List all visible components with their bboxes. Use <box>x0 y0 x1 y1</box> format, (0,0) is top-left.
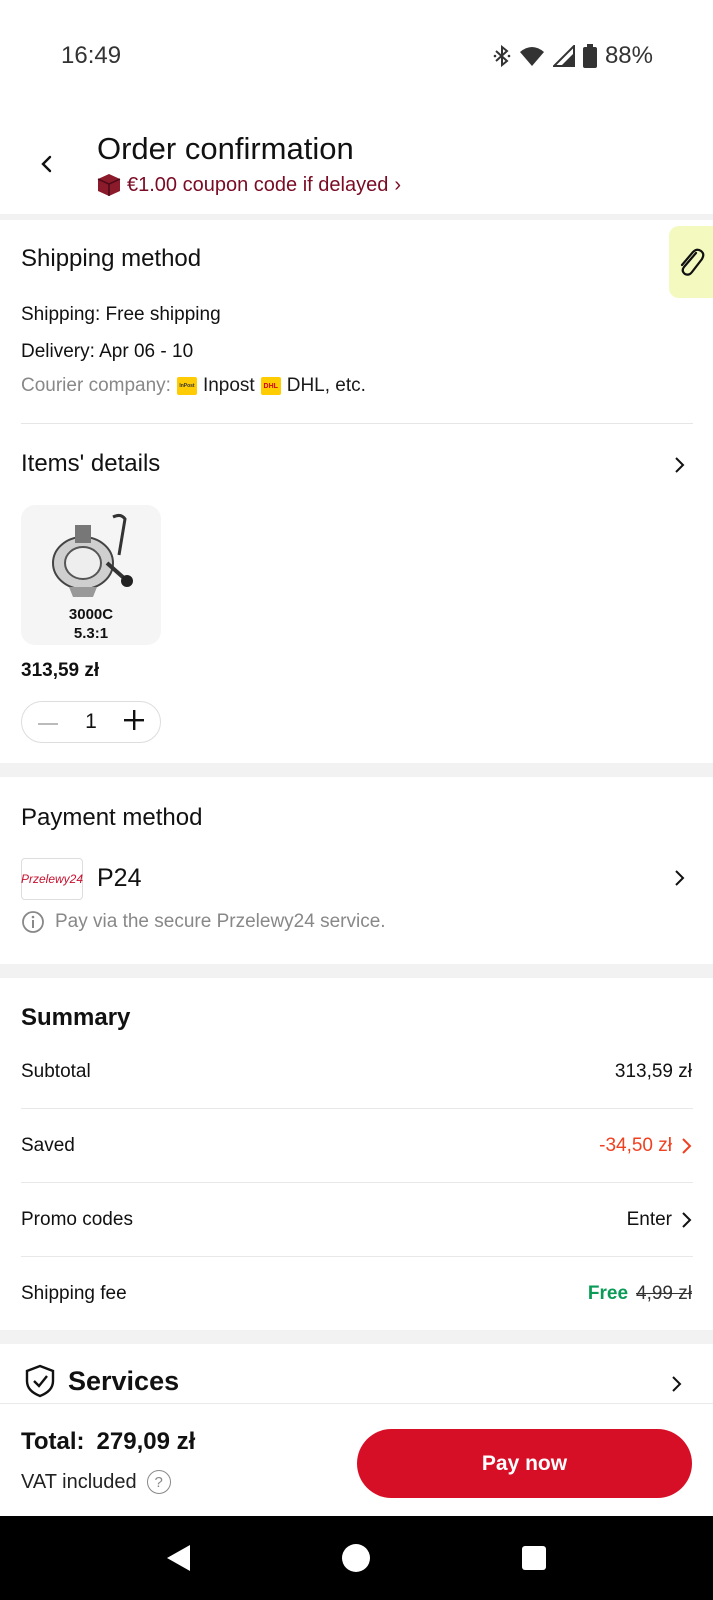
pay-now-button[interactable]: Pay now <box>357 1429 692 1498</box>
checkout-bar: Total: 279,09 zł VAT included ? Pay now <box>0 1403 713 1516</box>
vat-label: VAT included <box>21 1470 137 1493</box>
total-line: Total: 279,09 zł <box>21 1428 195 1456</box>
shipping-fee-label: Shipping fee <box>21 1283 127 1304</box>
items-section-title: Items' details <box>21 450 161 477</box>
status-icons: 88% <box>493 42 653 70</box>
package-icon <box>97 174 121 196</box>
product-price: 313,59 zł <box>21 660 100 681</box>
chevron-right-icon: › <box>394 173 401 196</box>
quantity-stepper: 1 <box>21 701 161 743</box>
payment-method-chevron[interactable] <box>669 868 689 888</box>
subtotal-row: Subtotal 313,59 zł <box>21 1035 692 1109</box>
payment-method-name[interactable]: P24 <box>97 864 141 893</box>
payment-section-title: Payment method <box>21 804 203 831</box>
square-recents-icon <box>522 1546 546 1570</box>
saved-row[interactable]: Saved -34,50 zł <box>21 1109 692 1183</box>
courier-dhl: DHL, etc. <box>286 375 366 396</box>
nav-home-button[interactable] <box>340 1542 372 1574</box>
product-model-label: 3000C <box>68 606 114 623</box>
shipping-fee-original: 4,99 zł <box>636 1283 692 1304</box>
total-label: Total: <box>21 1428 85 1455</box>
total-value: 279,09 zł <box>96 1428 196 1455</box>
fishing-reel-image <box>52 513 133 597</box>
subtotal-value: 313,59 zł <box>614 1061 692 1082</box>
courier-label: Courier company: <box>21 375 171 396</box>
items-details-chevron[interactable] <box>669 455 689 475</box>
delay-coupon-link[interactable]: €1.00 coupon code if delayed › <box>97 173 401 197</box>
help-icon[interactable]: ? <box>146 1470 171 1494</box>
attachment-button[interactable] <box>669 226 713 298</box>
quantity-value: 1 <box>85 710 97 733</box>
status-time: 16:49 <box>61 42 122 69</box>
chevron-right-icon <box>682 1138 692 1154</box>
coupon-text: €1.00 coupon code if delayed <box>127 173 389 196</box>
przelewy24-logo: Przelewy24 <box>21 858 83 900</box>
payment-note: Pay via the secure Przelewy24 service. <box>21 910 386 934</box>
courier-row: Courier company: InPost Inpost DHL DHL, … <box>21 375 366 397</box>
decrease-quantity-button[interactable] <box>38 713 58 731</box>
status-bar: 16:49 88% <box>0 0 713 115</box>
section-divider <box>0 964 713 978</box>
dhl-logo: DHL <box>260 377 281 395</box>
services-chevron[interactable] <box>666 1374 686 1394</box>
chevron-right-icon <box>675 457 685 473</box>
promo-codes-enter: Enter <box>626 1209 672 1230</box>
nav-recents-button[interactable] <box>518 1542 550 1574</box>
courier-inpost: Inpost <box>202 375 255 396</box>
summary-section-title: Summary <box>21 1004 131 1031</box>
product-ratio-label: 5.3:1 <box>73 625 109 642</box>
system-nav-bar <box>0 1516 713 1600</box>
delivery-dates: Delivery: Apr 06 - 10 <box>21 341 194 362</box>
shipping-fee-free: Free <box>587 1283 629 1304</box>
back-button[interactable] <box>30 147 64 181</box>
signal-icon <box>552 45 575 67</box>
saved-value: -34,50 zł <box>599 1135 672 1156</box>
payment-note-text: Pay via the secure Przelewy24 service. <box>55 911 386 932</box>
increase-quantity-button[interactable] <box>124 709 144 735</box>
info-icon <box>22 911 44 933</box>
nav-back-button[interactable] <box>162 1542 194 1574</box>
shipping-type: Shipping: Free shipping <box>21 304 221 325</box>
services-row[interactable]: Services <box>24 1364 179 1398</box>
services-title: Services <box>68 1365 180 1396</box>
header: Order confirmation €1.00 coupon code if … <box>0 115 713 215</box>
bluetooth-icon <box>493 44 511 68</box>
shipping-fee-row: Shipping fee Free 4,99 zł <box>21 1257 692 1331</box>
promo-codes-row[interactable]: Promo codes Enter <box>21 1183 692 1257</box>
battery-icon <box>582 44 597 68</box>
saved-label: Saved <box>21 1135 75 1156</box>
promo-codes-label: Promo codes <box>21 1209 133 1230</box>
divider <box>21 423 693 424</box>
chevron-right-icon <box>675 870 685 886</box>
shipping-section-title: Shipping method <box>21 245 202 272</box>
page-title: Order confirmation <box>97 131 354 166</box>
back-arrow-icon <box>41 155 52 173</box>
chevron-right-icon <box>672 1376 682 1392</box>
paperclip-icon <box>680 248 705 276</box>
shield-check-icon <box>25 1364 55 1398</box>
inpost-logo: InPost <box>176 377 197 395</box>
circle-home-icon <box>342 1544 370 1572</box>
vat-line: VAT included ? <box>21 1470 171 1494</box>
subtotal-label: Subtotal <box>21 1061 91 1082</box>
plus-icon <box>124 709 144 730</box>
section-divider <box>0 1330 713 1344</box>
product-image[interactable]: 3000C 5.3:1 <box>21 505 161 645</box>
minus-icon <box>38 723 58 725</box>
wifi-icon <box>519 45 545 67</box>
section-divider <box>0 214 713 220</box>
chevron-right-icon <box>682 1212 692 1228</box>
section-divider <box>0 763 713 777</box>
battery-percent: 88% <box>604 42 653 69</box>
triangle-back-icon <box>167 1545 190 1571</box>
